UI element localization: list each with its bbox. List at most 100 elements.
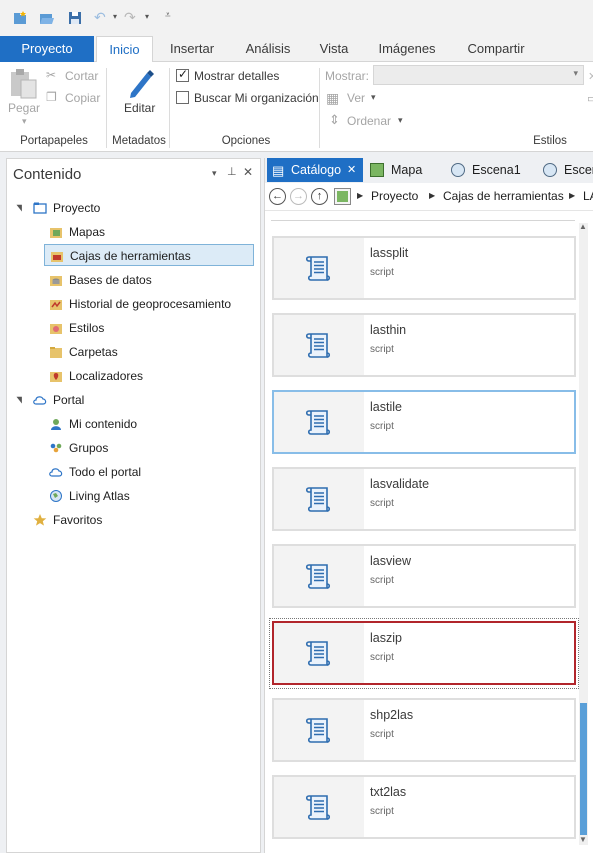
tree-item[interactable]: Mapas [45, 221, 245, 243]
tree-item-label: Portal [53, 393, 85, 407]
database-icon [50, 276, 62, 286]
tree-item[interactable]: Cajas de herramientas [44, 244, 254, 266]
tree-item[interactable]: Todo el portal [45, 461, 245, 483]
item-thumbnail [274, 546, 364, 606]
tab-compartir[interactable]: Compartir [456, 36, 536, 62]
tree-item[interactable]: Historial de geoprocesamiento [45, 293, 245, 315]
collapse-icon[interactable]: ◢ [10, 397, 28, 404]
catalog-item[interactable]: lasthin script [272, 313, 576, 377]
tree-item[interactable]: Localizadores [45, 365, 245, 387]
edit-metadata-button[interactable]: Editar [124, 101, 155, 115]
catalog-item[interactable]: lassplit script [272, 236, 576, 300]
undo-dropdown-icon[interactable]: ▾ [113, 12, 117, 21]
ribbon-separator [319, 68, 320, 148]
tab-mapa-label: Mapa [391, 163, 423, 177]
collapse-icon[interactable]: ◢ [10, 205, 28, 212]
tab-analisis[interactable]: Análisis [236, 36, 300, 62]
forward-icon[interactable]: → [290, 188, 307, 205]
show-select[interactable]: ▾ [373, 65, 584, 85]
tab-imagenes[interactable]: Imágenes [370, 36, 444, 62]
tree-item-label: Todo el portal [69, 465, 142, 479]
tree-item[interactable]: Bases de datos [45, 269, 245, 291]
item-name: shp2las [370, 708, 414, 722]
tab-proyecto[interactable]: Proyecto [0, 36, 94, 62]
tab-escena1-label: Escena1 [472, 163, 521, 177]
tab-inicio[interactable]: Inicio [96, 36, 153, 63]
tree-item[interactable]: Grupos [45, 437, 245, 459]
catalog-item[interactable]: shp2las script [272, 698, 576, 762]
tree-item-label: Localizadores [69, 369, 144, 383]
quick-access-toolbar: ↶ ▾ ↷ ▾ ⩡ [0, 0, 593, 36]
tree-item[interactable]: Mi contenido [45, 413, 245, 435]
view-dropdown-icon[interactable]: ▾ [371, 92, 376, 103]
checkmark-icon: ✓ [178, 67, 189, 81]
script-icon [305, 487, 331, 512]
tab-escena2[interactable]: Escen [540, 158, 593, 182]
breadcrumb-separator-icon: ▶ [569, 191, 576, 200]
tree-item[interactable]: Estilos [45, 317, 245, 339]
catalog-item[interactable]: lasview script [272, 544, 576, 608]
close-tab-icon[interactable]: ✕ [347, 158, 356, 182]
view-button[interactable]: Ver [347, 91, 365, 105]
tree-item-label: Historial de geoprocesamiento [69, 297, 232, 311]
open-project-icon[interactable] [39, 10, 55, 26]
show-details-label[interactable]: Mostrar detalles [194, 69, 279, 83]
groups-icon [50, 443, 62, 453]
breadcrumb-cajas[interactable]: Cajas de herramientas [443, 189, 564, 203]
tree-item-label: Bases de datos [69, 273, 152, 287]
tree-item[interactable]: Favoritos [29, 509, 229, 531]
catalog-item[interactable]: txt2las script [272, 775, 576, 839]
scrollbar-thumb[interactable] [580, 703, 587, 835]
redo-dropdown-icon[interactable]: ▾ [145, 12, 149, 21]
view-grid-icon: ▦ [326, 90, 340, 106]
catalog-item[interactable]: lasvalidate script [272, 467, 576, 531]
breadcrumb-proyecto[interactable]: Proyecto [371, 189, 418, 203]
sort-dropdown-icon[interactable]: ▾ [398, 115, 403, 126]
pane-menu-icon[interactable]: ▾ [212, 168, 217, 179]
item-type: script [370, 498, 394, 509]
back-icon[interactable]: ← [269, 188, 286, 205]
item-type: script [370, 421, 394, 432]
toolbox-folder-icon [51, 252, 63, 262]
breadcrumb-la[interactable]: LA [583, 189, 593, 203]
undo-icon[interactable]: ↶ [94, 9, 106, 26]
tab-vista[interactable]: Vista [310, 36, 358, 62]
search-org-label[interactable]: Buscar Mi organización [194, 91, 319, 105]
tab-insertar[interactable]: Insertar [160, 36, 224, 62]
tab-mapa[interactable]: Mapa [367, 158, 437, 182]
tree-item[interactable]: ◢ Portal [14, 389, 229, 411]
close-pane-icon[interactable]: ✕ [243, 165, 253, 179]
tree-item[interactable]: Carpetas [45, 341, 245, 363]
cut-button[interactable]: Cortar [65, 69, 98, 83]
show-details-checkbox[interactable]: ✓ [176, 67, 189, 82]
scrollbar[interactable]: ▲ ▼ [579, 222, 588, 845]
customize-toolbar-icon[interactable]: ⩡ [165, 10, 171, 21]
item-thumbnail [274, 777, 364, 837]
paste-button[interactable]: Pegar [8, 101, 40, 115]
tree-item[interactable]: Living Atlas [45, 485, 245, 507]
save-project-icon[interactable] [67, 10, 83, 26]
copy-button[interactable]: Copiar [65, 91, 100, 105]
search-org-checkbox[interactable] [176, 91, 189, 104]
tree-item[interactable]: ◢ Proyecto [14, 197, 229, 219]
up-icon[interactable]: ↑ [311, 188, 328, 205]
script-icon [305, 256, 331, 281]
style-side-icon: ▭ [587, 93, 593, 105]
ribbon-separator [169, 68, 170, 148]
pin-icon[interactable]: ⊥ [227, 165, 237, 178]
scroll-down-icon[interactable]: ▼ [579, 835, 587, 844]
catalog-item[interactable]: lastile script [272, 390, 576, 454]
tab-catalogo[interactable]: ▤ Catálogo ✕ [267, 158, 363, 182]
ribbon-home: Pegar ▾ ✂ Cortar ❐ Copiar Portapapeles E… [0, 62, 593, 152]
chevron-down-icon: ▾ [573, 68, 578, 78]
ribbon-tab-bar: Proyecto Inicio Insertar Análisis Vista … [0, 36, 593, 63]
tree-item-label: Cajas de herramientas [70, 249, 191, 263]
paste-icon [11, 69, 37, 99]
new-project-icon[interactable] [12, 10, 28, 26]
redo-icon[interactable]: ↷ [124, 9, 136, 26]
paste-dropdown-icon[interactable]: ▾ [22, 116, 27, 127]
sort-button[interactable]: Ordenar [347, 114, 391, 128]
clear-icon[interactable]: ✕ [588, 70, 593, 83]
scroll-up-icon[interactable]: ▲ [579, 222, 587, 231]
tab-escena1[interactable]: Escena1 [448, 158, 526, 182]
